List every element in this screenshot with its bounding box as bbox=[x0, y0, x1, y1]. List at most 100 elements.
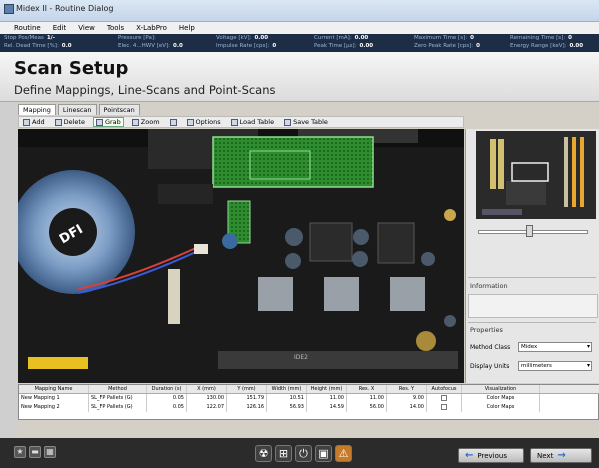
cell-visualization[interactable]: Color Maps bbox=[462, 403, 540, 412]
next-button[interactable]: Next → bbox=[530, 448, 592, 463]
col-res-x[interactable]: Res. X bbox=[347, 385, 387, 393]
sample-image-viewer[interactable]: DFI IDE2 bbox=[18, 129, 464, 383]
left-edge bbox=[0, 102, 18, 438]
tab-linescan[interactable]: Linescan bbox=[57, 104, 97, 115]
cell-width[interactable]: 56.93 bbox=[267, 403, 307, 412]
tab-mapping[interactable]: Mapping bbox=[18, 104, 56, 115]
delete-button[interactable]: Delete bbox=[53, 118, 87, 126]
instrument-readout-bar: Stop Pos/Meas 1/- Pressure [Pa]: Voltage … bbox=[0, 34, 599, 52]
zoom-button[interactable]: Zoom bbox=[130, 118, 162, 126]
col-method[interactable]: Method bbox=[89, 385, 147, 393]
load-table-button[interactable]: Load Table bbox=[229, 118, 276, 126]
col-autofocus[interactable]: Autofocus bbox=[427, 385, 462, 393]
table-row[interactable]: New Mapping 2 SL_FP Pallets (G) 0.05 122… bbox=[19, 403, 599, 412]
display-units-select[interactable]: millimeters bbox=[518, 361, 592, 371]
cell-duration[interactable]: 0.05 bbox=[147, 403, 187, 412]
zoom-icon bbox=[131, 118, 139, 126]
col-height[interactable]: Height (mm) bbox=[307, 385, 347, 393]
chat-icon[interactable]: ▬ bbox=[29, 446, 41, 458]
warning-icon: ⚠ bbox=[335, 445, 352, 462]
fit-button[interactable] bbox=[168, 118, 179, 126]
readout-dead-time: Rel. Dead Time [%]: 0.0 bbox=[4, 43, 72, 49]
autofocus-checkbox[interactable] bbox=[441, 403, 447, 410]
lock-icon: ▣ bbox=[315, 445, 332, 462]
display-units-row: Display Units millimeters bbox=[470, 361, 592, 371]
bottom-left-icons: ★ ▬ ▦ bbox=[14, 446, 56, 458]
col-res-y[interactable]: Res. Y bbox=[387, 385, 427, 393]
cell-height[interactable]: 11.00 bbox=[307, 394, 347, 403]
col-mapping-name[interactable]: Mapping Name bbox=[19, 385, 89, 393]
cell-x[interactable]: 130.00 bbox=[187, 394, 227, 403]
cell-res-x[interactable]: 56.00 bbox=[347, 403, 387, 412]
fit-icon bbox=[169, 118, 177, 126]
menu-xlabpro[interactable]: X-LabPro bbox=[136, 24, 167, 32]
col-width[interactable]: Width (mm) bbox=[267, 385, 307, 393]
arrow-right-icon: → bbox=[557, 450, 566, 461]
menu-help[interactable]: Help bbox=[179, 24, 195, 32]
menu-routine[interactable]: Routine bbox=[14, 24, 41, 32]
window-titlebar: Midex II - Routine Dialog bbox=[0, 0, 599, 22]
col-visualization[interactable]: Visualization bbox=[462, 385, 540, 393]
method-class-row: Method Class Midex bbox=[470, 342, 592, 352]
grid-icon[interactable]: ▦ bbox=[44, 446, 56, 458]
col-duration[interactable]: Duration (s) bbox=[147, 385, 187, 393]
cell-mapping-name[interactable]: New Mapping 1 bbox=[19, 394, 89, 403]
readout-elec: Elec. 4...HWV [eV]: 0.0 bbox=[118, 43, 183, 49]
method-class-select[interactable]: Midex bbox=[518, 342, 592, 352]
delete-icon bbox=[54, 118, 62, 126]
zoom-slider-track[interactable] bbox=[478, 230, 588, 234]
cell-res-y[interactable]: 9.00 bbox=[387, 394, 427, 403]
power-plug-icon: ⏻ bbox=[295, 445, 312, 462]
method-class-label: Method Class bbox=[470, 343, 511, 351]
table-row[interactable]: New Mapping 1 SL_FP Pallets (G) 0.05 130… bbox=[19, 394, 599, 403]
add-button[interactable]: Add bbox=[21, 118, 47, 126]
information-label: Information bbox=[470, 282, 508, 290]
properties-panel: Information Properties Method Class Mide… bbox=[465, 129, 599, 383]
cell-visualization[interactable]: Color Maps bbox=[462, 394, 540, 403]
cell-y[interactable]: 151.79 bbox=[227, 394, 267, 403]
page-title: Scan Setup bbox=[14, 58, 129, 79]
information-box bbox=[468, 294, 598, 318]
cell-mapping-name[interactable]: New Mapping 2 bbox=[19, 403, 89, 412]
autofocus-checkbox[interactable] bbox=[441, 394, 447, 401]
readout-pressure: Pressure [Pa]: bbox=[118, 35, 156, 41]
col-x[interactable]: X (mm) bbox=[187, 385, 227, 393]
readout-impulse-rate: Impulse Rate [cps]: 0 bbox=[216, 43, 277, 49]
cell-res-y[interactable]: 14.00 bbox=[387, 403, 427, 412]
cell-method[interactable]: SL_FP Pallets (G) bbox=[89, 394, 147, 403]
cell-autofocus bbox=[427, 394, 462, 403]
zoom-slider-thumb[interactable] bbox=[526, 225, 533, 237]
menu-tools[interactable]: Tools bbox=[107, 24, 124, 32]
tab-pointscan[interactable]: Pointscan bbox=[98, 104, 140, 115]
cell-res-x[interactable]: 11.00 bbox=[347, 394, 387, 403]
grab-button[interactable]: Grab bbox=[92, 117, 124, 127]
overview-thumbnail[interactable] bbox=[476, 131, 596, 219]
menu-bar: Routine Edit View Tools X-LabPro Help bbox=[0, 22, 599, 34]
mapping-table: Mapping Name Method Duration (s) X (mm) … bbox=[18, 384, 599, 420]
cell-autofocus bbox=[427, 403, 462, 412]
menu-view[interactable]: View bbox=[78, 24, 95, 32]
arrow-left-icon: ← bbox=[465, 450, 474, 461]
cell-x[interactable]: 122.07 bbox=[187, 403, 227, 412]
add-icon bbox=[23, 118, 30, 126]
readout-max-time: Maximum Time [s]: 0 bbox=[414, 35, 474, 41]
save-table-button[interactable]: Save Table bbox=[282, 118, 330, 126]
readout-voltage: Voltage [kV]: 0.00 bbox=[216, 35, 269, 41]
previous-button[interactable]: ← Previous bbox=[458, 448, 524, 463]
divider bbox=[468, 277, 596, 278]
properties-label: Properties bbox=[470, 326, 503, 334]
cell-width[interactable]: 10.51 bbox=[267, 394, 307, 403]
pcb-silkscreen-label: IDE2 bbox=[294, 354, 308, 361]
window-title: Midex II - Routine Dialog bbox=[16, 4, 114, 13]
page-header: Scan Setup Define Mappings, Line-Scans a… bbox=[0, 52, 599, 102]
options-button[interactable]: Options bbox=[185, 118, 223, 126]
cell-y[interactable]: 126.16 bbox=[227, 403, 267, 412]
radiation-icon: ☢ bbox=[255, 445, 272, 462]
favorite-icon[interactable]: ★ bbox=[14, 446, 26, 458]
cell-height[interactable]: 14.59 bbox=[307, 403, 347, 412]
cell-duration[interactable]: 0.05 bbox=[147, 394, 187, 403]
menu-edit[interactable]: Edit bbox=[53, 24, 67, 32]
cell-method[interactable]: SL_FP Pallets (G) bbox=[89, 403, 147, 412]
col-y[interactable]: Y (mm) bbox=[227, 385, 267, 393]
readout-remaining-time: Remaining Time [s]: 0 bbox=[510, 35, 572, 41]
